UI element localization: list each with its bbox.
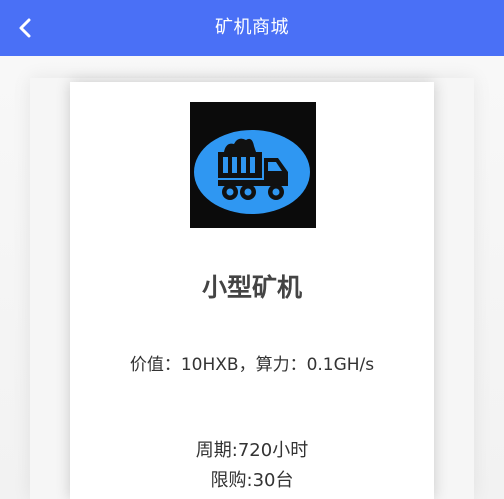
product-limit-text: 限购:30台: [210, 470, 294, 491]
top-navigation-bar: 矿机商城: [0, 0, 504, 56]
page-title: 矿机商城: [215, 17, 289, 38]
product-name: 小型矿机: [201, 273, 302, 302]
product-value-text: 价值：10HXB，算力：0.1GH/s: [129, 355, 375, 375]
content-area: 小型矿机 价值：10HXB，算力：0.1GH/s 周期:720小时 限购:30台: [0, 56, 504, 499]
dump-truck-icon: [194, 130, 310, 214]
product-image: [190, 102, 316, 228]
product-card[interactable]: 小型矿机 价值：10HXB，算力：0.1GH/s 周期:720小时 限购:30台: [70, 82, 434, 499]
product-period-text: 周期:720小时: [195, 440, 309, 461]
